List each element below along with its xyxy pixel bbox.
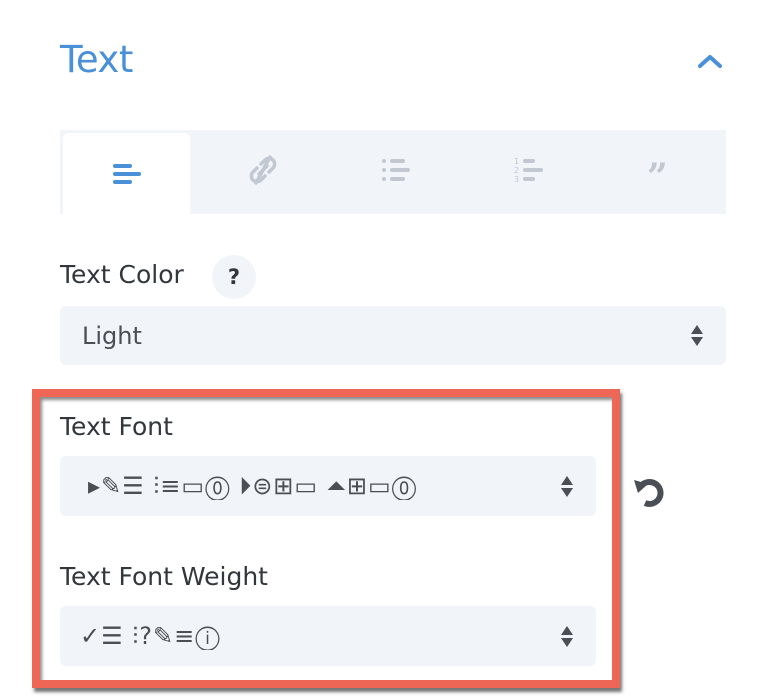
section-title: Text xyxy=(60,38,133,81)
tab-unordered-list[interactable] xyxy=(332,130,460,210)
tab-quote[interactable]: ” xyxy=(598,130,727,210)
text-tabs: 1 2 3 ” xyxy=(60,130,727,214)
text-color-help-button[interactable]: ? xyxy=(212,255,256,299)
svg-text:”: ” xyxy=(647,157,668,183)
text-font-weight-value: ✓☰ ⫶?✎≡ⓘ xyxy=(80,622,221,650)
svg-text:1: 1 xyxy=(514,157,519,166)
text-color-select[interactable]: Light xyxy=(60,306,726,365)
align-left-icon xyxy=(112,163,141,184)
text-font-select[interactable]: ▸✎☰ ⫶≡▭⓪ ⏵⊜⊞▭ ⏶⊞▭⓪ xyxy=(60,456,596,516)
tab-text[interactable] xyxy=(60,130,194,214)
text-font-weight-label: Text Font Weight xyxy=(60,562,268,591)
svg-text:2: 2 xyxy=(514,166,519,175)
text-font-label: Text Font xyxy=(60,412,173,441)
bullet-list-icon xyxy=(382,159,410,181)
svg-text:3: 3 xyxy=(514,175,519,184)
select-arrows-icon xyxy=(560,475,574,497)
text-font-value: ▸✎☰ ⫶≡▭⓪ ⏵⊜⊞▭ ⏶⊞▭⓪ xyxy=(88,472,418,500)
chevron-up-icon xyxy=(698,55,722,68)
link-icon xyxy=(249,155,277,185)
tab-link[interactable] xyxy=(199,130,327,210)
select-arrows-icon xyxy=(690,325,704,346)
reset-button[interactable] xyxy=(632,474,668,510)
text-font-weight-select[interactable]: ✓☰ ⫶?✎≡ⓘ xyxy=(60,606,596,666)
text-color-value: Light xyxy=(82,321,142,350)
tab-ordered-list[interactable]: 1 2 3 xyxy=(465,130,593,210)
collapse-button[interactable] xyxy=(693,48,727,74)
numbered-list-icon: 1 2 3 xyxy=(514,157,544,184)
select-arrows-icon xyxy=(560,625,574,647)
quote-icon: ” xyxy=(647,157,668,183)
undo-icon xyxy=(634,479,664,507)
text-color-label: Text Color xyxy=(60,260,184,289)
